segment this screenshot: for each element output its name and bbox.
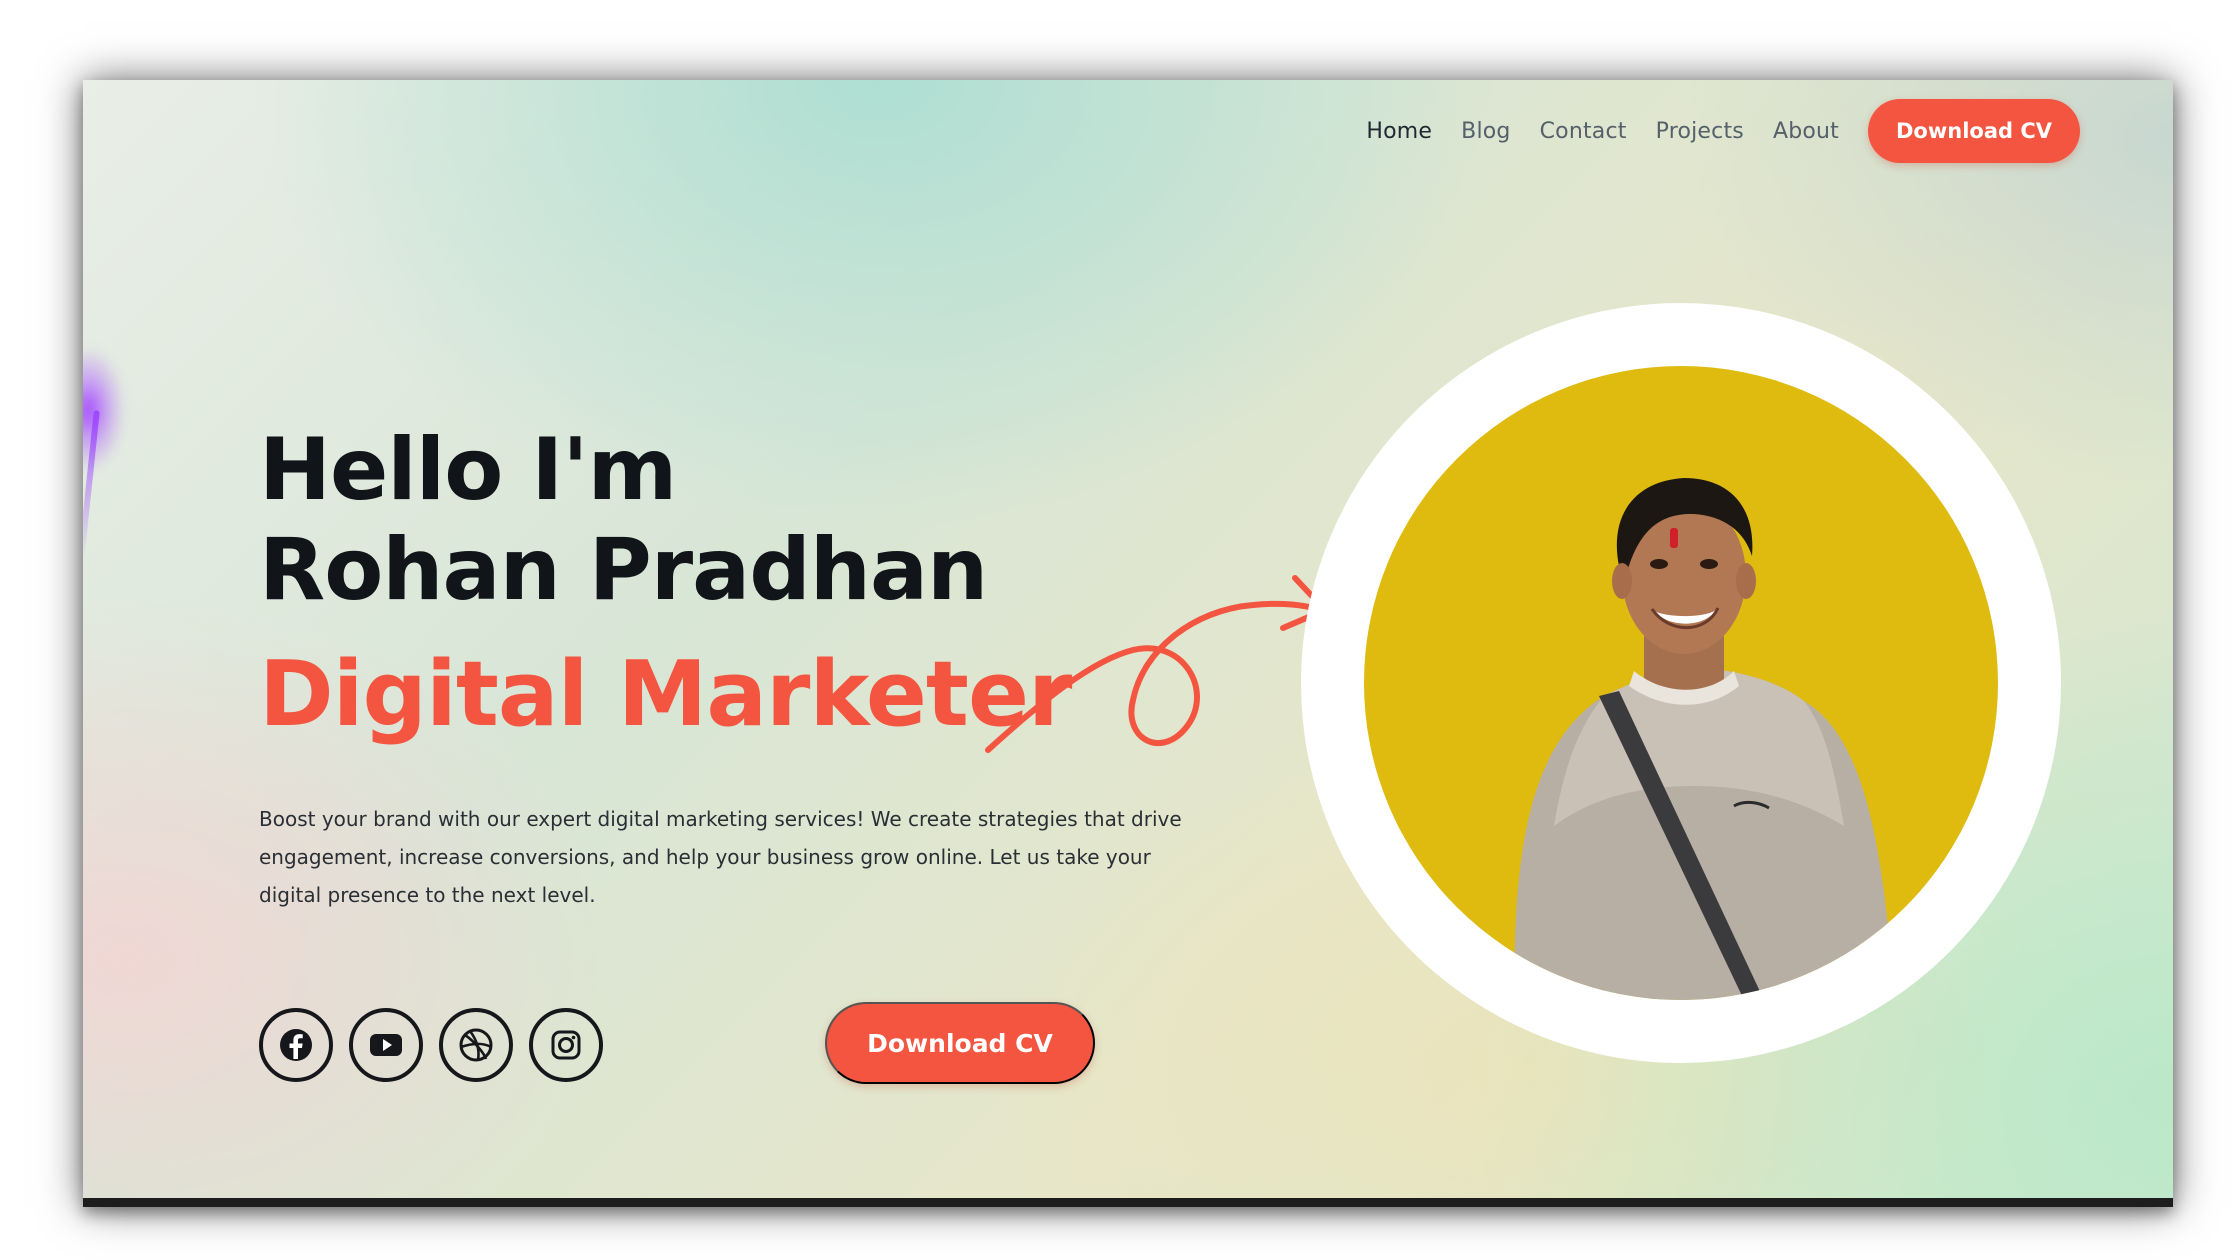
nav-link-home[interactable]: Home bbox=[1366, 119, 1432, 144]
greeting-line-1: Hello I'm bbox=[259, 420, 677, 520]
hero-download-cv-button[interactable]: Download CV bbox=[825, 1002, 1095, 1084]
top-navigation: Home Blog Contact Projects About Downloa… bbox=[1366, 98, 2080, 164]
youtube-icon bbox=[370, 1034, 402, 1056]
hero-description: Boost your brand with our expert digital… bbox=[259, 807, 1182, 907]
facebook-icon bbox=[280, 1029, 312, 1061]
nav-link-about[interactable]: About bbox=[1773, 119, 1839, 144]
social-links bbox=[259, 1008, 619, 1082]
profile-photo bbox=[1364, 366, 1998, 1000]
person-illustration bbox=[1514, 478, 1894, 1000]
youtube-link[interactable] bbox=[349, 1008, 423, 1082]
nav-link-blog[interactable]: Blog bbox=[1461, 119, 1510, 144]
facebook-link[interactable] bbox=[259, 1008, 333, 1082]
profile-photo-frame bbox=[1301, 303, 2061, 1063]
viewport-bottom-edge bbox=[83, 1198, 2173, 1207]
curly-arrow-icon bbox=[985, 575, 1328, 753]
instagram-link[interactable] bbox=[529, 1008, 603, 1082]
browser-viewport: Home Blog Contact Projects About Downloa… bbox=[83, 80, 2173, 1207]
dribbble-link[interactable] bbox=[439, 1008, 513, 1082]
nav-download-cv-button[interactable]: Download CV bbox=[1868, 99, 2080, 163]
instagram-icon bbox=[551, 1030, 581, 1060]
dribbble-icon bbox=[459, 1028, 493, 1062]
nav-link-projects[interactable]: Projects bbox=[1656, 119, 1744, 144]
nav-link-contact[interactable]: Contact bbox=[1540, 119, 1627, 144]
